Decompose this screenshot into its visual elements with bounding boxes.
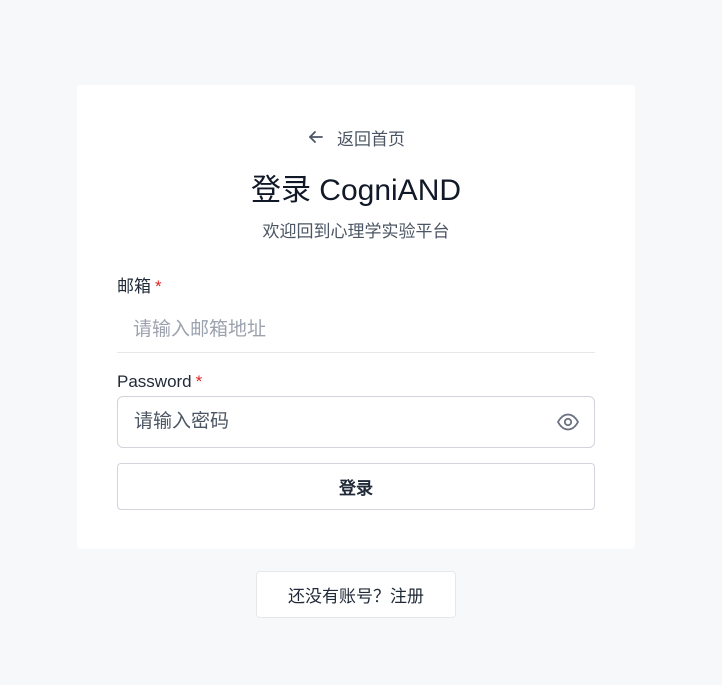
page-title: 登录 CogniAND (250, 174, 462, 207)
required-mark: * (195, 372, 203, 391)
login-button[interactable]: 登录 (117, 463, 595, 510)
login-page: 返回首页 登录 CogniAND 欢迎回到心理学实验平台 邮箱* Passwor… (0, 0, 722, 685)
password-input[interactable] (118, 397, 548, 447)
register-button[interactable]: 还没有账号？注册 (256, 571, 456, 618)
password-label: Password * (117, 371, 202, 393)
back-home-link[interactable]: 返回首页 (77, 125, 635, 149)
email-field-wrapper (117, 307, 595, 353)
required-mark: * (155, 277, 162, 296)
back-home-label: 返回首页 (337, 129, 405, 149)
email-label-text: 邮箱 (117, 277, 151, 296)
password-field-wrapper (117, 396, 595, 448)
eye-icon[interactable] (548, 402, 588, 442)
email-input[interactable] (117, 307, 595, 352)
email-label: 邮箱 * (117, 276, 162, 298)
arrow-left-icon (307, 128, 325, 146)
page-subtitle: 欢迎回到心理学实验平台 (262, 222, 450, 241)
login-card: 返回首页 登录 CogniAND 欢迎回到心理学实验平台 邮箱* Passwor… (77, 85, 635, 549)
password-label-text: Password (117, 372, 192, 391)
